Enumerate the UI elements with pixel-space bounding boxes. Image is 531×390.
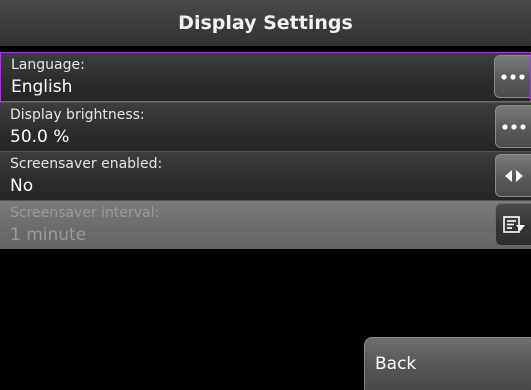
setting-value: 1 minute xyxy=(10,225,87,245)
list-dropdown-icon xyxy=(502,215,525,233)
setting-label: Language: xyxy=(11,57,85,73)
interval-list-button[interactable] xyxy=(495,203,531,246)
setting-label: Display brightness: xyxy=(10,107,145,123)
left-right-arrows-icon xyxy=(504,169,523,182)
back-button-label: Back xyxy=(375,354,417,374)
setting-value: No xyxy=(10,176,34,196)
language-more-button[interactable] xyxy=(494,55,530,98)
back-button[interactable]: Back xyxy=(364,337,531,390)
title-bar: Display Settings xyxy=(0,0,531,46)
page-title: Display Settings xyxy=(178,12,353,34)
setting-value: English xyxy=(11,77,73,97)
more-dots-icon xyxy=(501,123,526,130)
setting-row-display-brightness[interactable]: Display brightness: 50.0 % xyxy=(0,102,531,151)
setting-row-language[interactable]: Language: English xyxy=(0,52,531,102)
brightness-more-button[interactable] xyxy=(495,105,531,148)
screensaver-toggle-button[interactable] xyxy=(495,154,531,197)
setting-label: Screensaver interval: xyxy=(10,205,160,221)
setting-value: 50.0 % xyxy=(10,127,70,147)
setting-row-screensaver-enabled[interactable]: Screensaver enabled: No xyxy=(0,151,531,200)
more-dots-icon xyxy=(500,73,525,80)
setting-row-screensaver-interval[interactable]: Screensaver interval: 1 minute xyxy=(0,200,531,249)
settings-list: Language: English Display brightness: 50… xyxy=(0,52,531,249)
setting-label: Screensaver enabled: xyxy=(10,156,163,172)
